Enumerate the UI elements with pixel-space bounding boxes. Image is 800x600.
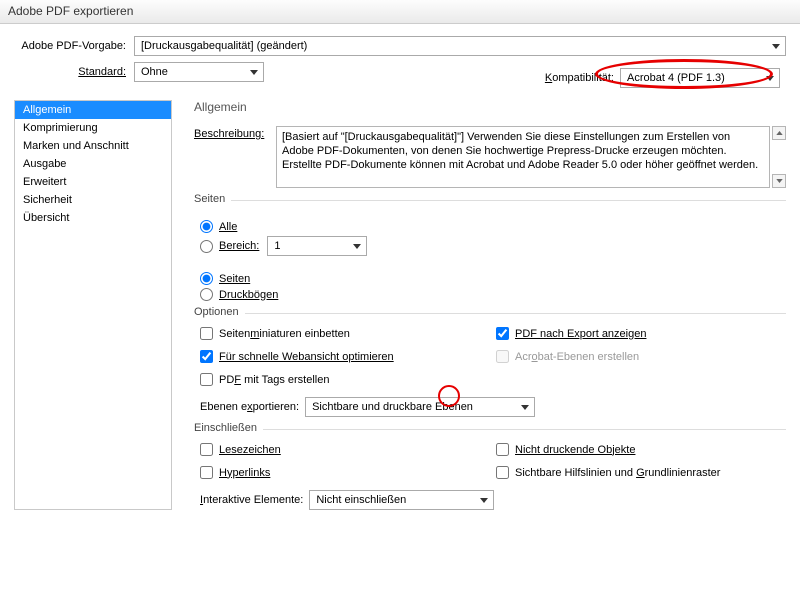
scroll-up-button[interactable] <box>772 126 786 140</box>
sidebar-item-erweitert[interactable]: Erweitert <box>15 173 171 191</box>
checkbox-nonprint-label: Nicht druckende Objekte <box>515 444 635 456</box>
standard-combo[interactable]: Ohne <box>134 62 264 82</box>
interactive-value: Nicht einschließen <box>316 494 406 506</box>
description-label: Beschreibung: <box>194 126 276 188</box>
checkbox-fastweb[interactable] <box>200 350 213 363</box>
checkbox-view-after[interactable] <box>496 327 509 340</box>
radio-pages-label: Seiten <box>219 273 250 285</box>
checkbox-hyperlinks[interactable] <box>200 466 213 479</box>
radio-range-label: Bereich: <box>219 240 259 252</box>
radio-pages[interactable] <box>200 272 213 285</box>
chevron-down-icon <box>769 39 783 53</box>
standard-value: Ohne <box>141 66 168 78</box>
preset-combo[interactable]: [Druckausgabequalität] (geändert) <box>134 36 786 56</box>
export-layers-value: Sichtbare und druckbare Ebenen <box>312 401 473 413</box>
chevron-down-icon <box>477 493 491 507</box>
options-group-title: Optionen <box>194 306 245 318</box>
radio-all-label: Alle <box>219 221 237 233</box>
export-layers-combo[interactable]: Sichtbare und druckbare Ebenen <box>305 397 535 417</box>
sidebar-item-uebersicht[interactable]: Übersicht <box>15 209 171 227</box>
range-combo[interactable]: 1 <box>267 236 367 256</box>
checkbox-bookmarks-label: Lesezeichen <box>219 444 281 456</box>
interactive-combo[interactable]: Nicht einschließen <box>309 490 494 510</box>
radio-spreads-label: Druckbögen <box>219 289 278 301</box>
compat-label: Kompatibilität: <box>545 72 614 84</box>
preset-value: [Druckausgabequalität] (geändert) <box>141 40 307 52</box>
chevron-down-icon <box>763 71 777 85</box>
pages-group-title: Seiten <box>194 193 231 205</box>
sidebar-item-komprimierung[interactable]: Komprimierung <box>15 119 171 137</box>
checkbox-nonprint[interactable] <box>496 443 509 456</box>
description-textarea[interactable]: [Basiert auf "[Druckausgabequalität]"] V… <box>276 126 770 188</box>
checkbox-thumbs[interactable] <box>200 327 213 340</box>
preset-label: Adobe PDF-Vorgabe: <box>14 40 134 52</box>
interactive-label: Interaktive Elemente: <box>200 494 303 506</box>
checkbox-acrobat-layers-label: Acrobat-Ebenen erstellen <box>515 351 639 363</box>
checkbox-acrobat-layers <box>496 350 509 363</box>
radio-all[interactable] <box>200 220 213 233</box>
standard-label: Standard: <box>14 66 134 78</box>
checkbox-guides[interactable] <box>496 466 509 479</box>
checkbox-tagged[interactable] <box>200 373 213 386</box>
checkbox-tagged-label: PDF mit Tags erstellen <box>219 374 329 386</box>
window-titlebar: Adobe PDF exportieren <box>0 0 800 24</box>
include-group-title: Einschließen <box>194 422 263 434</box>
checkbox-guides-label: Sichtbare Hilfslinien und Grundlinienras… <box>515 467 720 479</box>
checkbox-hyperlinks-label: Hyperlinks <box>219 467 270 479</box>
checkbox-fastweb-label: Für schnelle Webansicht optimieren <box>219 351 394 363</box>
radio-range[interactable] <box>200 240 213 253</box>
chevron-down-icon <box>247 65 261 79</box>
sidebar-item-ausgabe[interactable]: Ausgabe <box>15 155 171 173</box>
panel-title: Allgemein <box>194 100 786 114</box>
checkbox-bookmarks[interactable] <box>200 443 213 456</box>
window-title: Adobe PDF exportieren <box>8 4 133 18</box>
scroll-down-button[interactable] <box>772 174 786 188</box>
radio-spreads[interactable] <box>200 288 213 301</box>
compat-combo[interactable]: Acrobat 4 (PDF 1.3) <box>620 68 780 88</box>
checkbox-view-after-label: PDF nach Export anzeigen <box>515 328 646 340</box>
compat-value: Acrobat 4 (PDF 1.3) <box>627 72 725 84</box>
sidebar-item-marken[interactable]: Marken und Anschnitt <box>15 137 171 155</box>
sidebar-item-allgemein[interactable]: Allgemein <box>15 101 171 119</box>
checkbox-thumbs-label: Seitenminiaturen einbetten <box>219 328 350 340</box>
export-layers-label: Ebenen exportieren: <box>200 401 299 413</box>
chevron-down-icon <box>350 239 364 253</box>
sidebar-item-sicherheit[interactable]: Sicherheit <box>15 191 171 209</box>
range-value: 1 <box>274 240 280 252</box>
category-sidebar: Allgemein Komprimierung Marken und Ansch… <box>14 100 172 510</box>
chevron-down-icon <box>518 400 532 414</box>
